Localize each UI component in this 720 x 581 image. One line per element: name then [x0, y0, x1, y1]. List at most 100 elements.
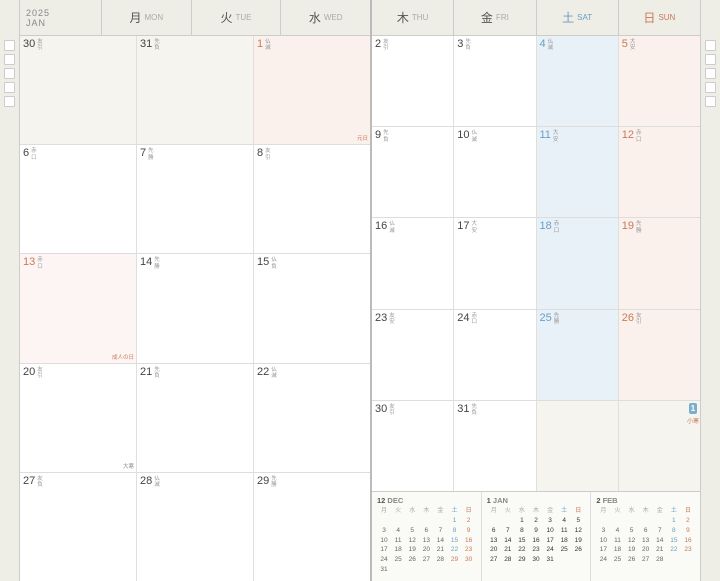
sun-en: SUN: [658, 13, 675, 22]
left-header: 2025 JAN 月 MON 火 TUE 水 WED: [20, 0, 370, 36]
col-fri: 金 FRI: [454, 0, 536, 35]
day-24: 24赤口: [454, 310, 536, 400]
holiday-label: 元日: [357, 136, 368, 142]
sekki-label: 大寒: [123, 464, 134, 470]
mini-cal-feb-title: 2 FEB: [596, 496, 695, 505]
day-num: 31: [140, 38, 152, 51]
day-7: 7先勝: [137, 145, 254, 253]
day-num: 6: [23, 147, 29, 160]
day-28: 28仏滅: [137, 473, 254, 581]
day-num: 16: [375, 220, 387, 233]
day-num: 10: [457, 129, 469, 142]
check-5[interactable]: [4, 96, 15, 107]
check-4[interactable]: [4, 82, 15, 93]
tue-en: TUE: [236, 13, 252, 22]
day-2: 2友引: [372, 36, 454, 126]
fri-jp: 金: [481, 9, 493, 26]
check-3[interactable]: [4, 68, 15, 79]
day-num: 1: [257, 38, 263, 51]
week-row-4-left: 20友引 大寒 21先負 22仏滅: [20, 364, 370, 473]
day-9: 9先負: [372, 127, 454, 217]
week-row-2-right: 9先負 10仏滅 11大安 12赤口: [372, 127, 700, 218]
day-25: 25先勝: [537, 310, 619, 400]
day-empty-2: 1 小寒: [619, 401, 700, 491]
week-row-5-right: 30友引 31先負 1 小寒: [372, 401, 700, 491]
wed-jp: 水: [309, 9, 321, 26]
day-num: 12: [622, 129, 634, 142]
day-12: 12赤口: [619, 127, 700, 217]
sidebar-num: 1: [689, 403, 697, 414]
day-8: 8友引: [254, 145, 370, 253]
day-num: 18: [540, 220, 552, 233]
thu-en: THU: [412, 13, 428, 22]
holiday-label: 成人の日: [112, 355, 134, 361]
day-23: 23友安: [372, 310, 454, 400]
day-20: 20友引 大寒: [20, 364, 137, 472]
day-num: 30: [375, 403, 387, 416]
check-r3[interactable]: [705, 68, 716, 79]
day-num: 7: [140, 147, 146, 160]
day-18: 18赤口: [537, 218, 619, 308]
week-row-2-left: 6赤口 7先勝 8友引: [20, 145, 370, 254]
day-num: 29: [257, 475, 269, 488]
right-header: 木 THU 金 FRI 土 SAT 日 SUN: [372, 0, 700, 36]
day-29: 29先勝: [254, 473, 370, 581]
sat-en: SAT: [577, 13, 592, 22]
day-14: 14先勝: [137, 254, 254, 362]
day-3: 3先負: [454, 36, 536, 126]
left-sidebar: [0, 0, 20, 581]
check-r4[interactable]: [705, 82, 716, 93]
col-thu: 木 THU: [372, 0, 454, 35]
col-wed: 水 WED: [281, 0, 370, 35]
mini-cal-jan: 1 JAN 月 火 水 木 金 土 日 1 2: [482, 492, 592, 581]
day-num: 3: [457, 38, 463, 51]
calendar-page: 2025 JAN 月 MON 火 TUE 水 WED: [0, 0, 720, 581]
day-21: 21先負: [137, 364, 254, 472]
year-month-block: 2025 JAN: [20, 0, 102, 35]
mini-cal-jan-grid: 月 火 水 木 金 土 日 1 2 3 4: [487, 507, 586, 565]
mini-cal-jan-title: 1 JAN: [487, 496, 586, 505]
day-26: 26友引: [619, 310, 700, 400]
wed-en: WED: [324, 13, 343, 22]
day-num: 28: [140, 475, 152, 488]
week-row-1-left: 30友引 31先負 1仏滅 元日: [20, 36, 370, 145]
year-label: 2025: [26, 8, 101, 18]
day-num: 9: [375, 129, 381, 142]
left-weeks: 30友引 31先負 1仏滅 元日 6赤口 7先勝: [20, 36, 370, 581]
day-10: 10仏滅: [454, 127, 536, 217]
day-22: 22仏滅: [254, 364, 370, 472]
tue-jp: 火: [221, 9, 233, 26]
day-30-prev: 30友引: [20, 36, 137, 144]
day-num: 15: [257, 256, 269, 269]
mini-calendars-area: 12 DEC 月 火 水 木 金 土 日: [372, 491, 700, 581]
check-1[interactable]: [4, 40, 15, 51]
week-row-5-left: 27友負 28仏滅 29先勝: [20, 473, 370, 581]
thu-jp: 木: [397, 9, 409, 26]
check-r2[interactable]: [705, 54, 716, 65]
day-4: 4仏滅: [537, 36, 619, 126]
day-11: 11大安: [537, 127, 619, 217]
mini-cal-dec-title: 12 DEC: [377, 496, 476, 505]
week-row-1-right: 2友引 3先負 4仏滅 5大安: [372, 36, 700, 127]
check-r5[interactable]: [705, 96, 716, 107]
day-num: 14: [140, 256, 152, 269]
day-16: 16仏滅: [372, 218, 454, 308]
col-sat: 土 SAT: [537, 0, 619, 35]
mini-cal-dec: 12 DEC 月 火 水 木 金 土 日: [372, 492, 482, 581]
day-num: 24: [457, 312, 469, 325]
day-num: 17: [457, 220, 469, 233]
check-r1[interactable]: [705, 40, 716, 51]
day-num: 26: [622, 312, 634, 325]
day-17: 17大安: [454, 218, 536, 308]
day-6: 6赤口: [20, 145, 137, 253]
day-num: 31: [457, 403, 469, 416]
day-num: 30: [23, 38, 35, 51]
day-31: 31先負: [454, 401, 536, 491]
day-num: 22: [257, 366, 269, 379]
mini-cal-feb: 2 FEB 月 火 水 木 金 土 日: [591, 492, 700, 581]
sidebar-note: 小寒: [687, 416, 699, 425]
day-num: 11: [540, 129, 551, 142]
mini-cal-dec-grid: 月 火 水 木 金 土 日 1: [377, 507, 476, 575]
day-num: 21: [140, 366, 152, 379]
check-2[interactable]: [4, 54, 15, 65]
